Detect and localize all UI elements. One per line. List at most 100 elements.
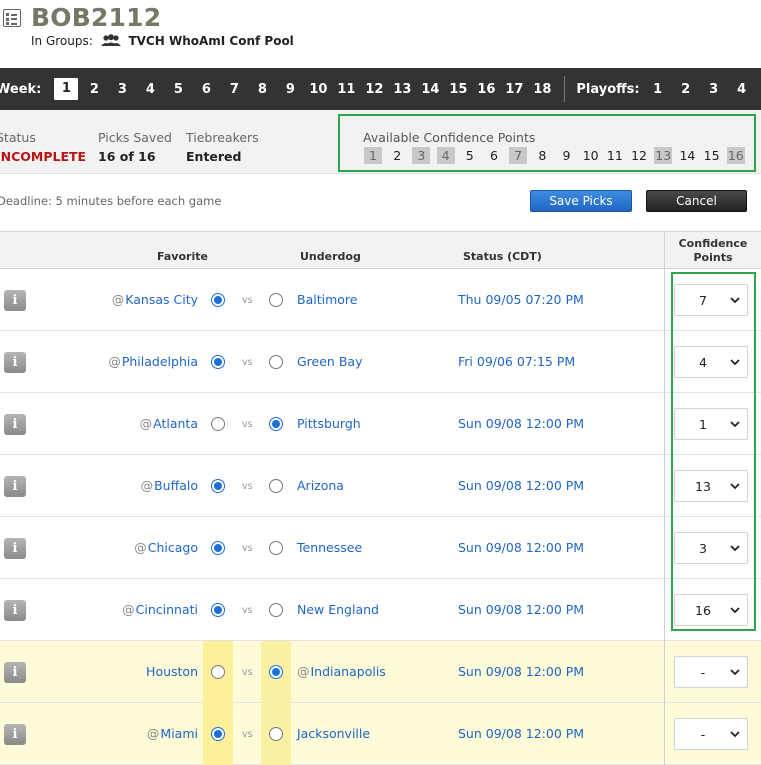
favorite-team-name[interactable]: Atlanta — [153, 416, 198, 431]
week-1-link[interactable]: 1 — [54, 78, 79, 100]
week-13-link[interactable]: 13 — [388, 82, 416, 97]
underdog-team-name[interactable]: New England — [297, 602, 379, 617]
week-3-link[interactable]: 3 — [108, 82, 136, 97]
underdog-team-name[interactable]: Pittsburgh — [297, 416, 361, 431]
week-4-link[interactable]: 4 — [136, 82, 164, 97]
game-info-icon[interactable]: i — [4, 538, 26, 559]
playoff-2-link[interactable]: 2 — [672, 82, 700, 97]
confidence-select[interactable]: - — [674, 718, 748, 750]
save-picks-button[interactable]: Save Picks — [530, 190, 632, 212]
underdog-team[interactable]: Pittsburgh — [297, 416, 361, 431]
game-info-icon[interactable]: i — [4, 724, 26, 745]
favorite-radio[interactable] — [211, 665, 225, 679]
favorite-team[interactable]: @Kansas City — [112, 292, 198, 307]
favorite-radio[interactable] — [211, 541, 225, 555]
confidence-select[interactable]: 7 — [674, 284, 748, 316]
favorite-team[interactable]: @Chicago — [134, 540, 198, 555]
available-confidence-points: Available Confidence Points 1 2 3 4 5 6 7 8 9 10 1… — [338, 114, 756, 172]
week-12-link[interactable]: 12 — [360, 82, 388, 97]
playoff-3-link[interactable]: 3 — [700, 82, 728, 97]
underdog-team[interactable]: Baltimore — [297, 292, 357, 307]
confidence-select[interactable]: 1 — [674, 408, 748, 440]
underdog-team[interactable]: Green Bay — [297, 354, 362, 369]
group-name-link[interactable]: TVCH WhoAmI Conf Pool — [128, 34, 293, 48]
favorite-team-name[interactable]: Houston — [146, 664, 198, 679]
favorite-team-name[interactable]: Philadelphia — [122, 354, 198, 369]
favorite-team-name[interactable]: Miami — [160, 726, 198, 741]
underdog-team-name[interactable]: Jacksonville — [297, 726, 370, 741]
confidence-select[interactable]: 4 — [674, 346, 748, 378]
underdog-radio[interactable] — [269, 479, 283, 493]
underdog-team-name[interactable]: Tennessee — [297, 540, 362, 555]
confidence-select[interactable]: 3 — [674, 532, 748, 564]
underdog-radio[interactable] — [269, 541, 283, 555]
confidence-select[interactable]: 13 — [674, 470, 748, 502]
underdog-radio[interactable] — [269, 355, 283, 369]
underdog-team-name[interactable]: Indianapolis — [311, 664, 386, 679]
underdog-radio[interactable] — [269, 727, 283, 741]
favorite-team-name[interactable]: Buffalo — [154, 478, 198, 493]
underdog-team-name[interactable]: Baltimore — [297, 292, 357, 307]
favorite-team-name[interactable]: Kansas City — [125, 292, 198, 307]
confidence-select[interactable]: - — [674, 656, 748, 688]
week-6-link[interactable]: 6 — [192, 82, 220, 97]
week-2-link[interactable]: 2 — [80, 82, 108, 97]
game-time[interactable]: Sun 09/08 12:00 PM — [458, 602, 584, 617]
favorite-team[interactable]: @Cincinnati — [122, 602, 198, 617]
game-info-icon[interactable]: i — [4, 662, 26, 683]
favorite-radio[interactable] — [211, 417, 225, 431]
game-info-icon[interactable]: i — [4, 352, 26, 373]
favorite-radio[interactable] — [211, 355, 225, 369]
favorite-team[interactable]: @Philadelphia — [108, 354, 198, 369]
game-time[interactable]: Sun 09/08 12:00 PM — [458, 664, 584, 679]
underdog-team-name[interactable]: Arizona — [297, 478, 344, 493]
week-5-link[interactable]: 5 — [164, 82, 192, 97]
confidence-select[interactable]: 16 — [674, 594, 748, 626]
game-info-icon[interactable]: i — [4, 414, 26, 435]
week-11-link[interactable]: 11 — [332, 82, 360, 97]
cancel-button[interactable]: Cancel — [646, 190, 747, 212]
underdog-team[interactable]: Jacksonville — [297, 726, 370, 741]
underdog-radio[interactable] — [269, 665, 283, 679]
game-time[interactable]: Sun 09/08 12:00 PM — [458, 726, 584, 741]
favorite-radio[interactable] — [211, 479, 225, 493]
game-info-icon[interactable]: i — [4, 476, 26, 497]
game-info-icon[interactable]: i — [4, 600, 26, 621]
game-time[interactable]: Sun 09/08 12:00 PM — [458, 416, 584, 431]
favorite-radio[interactable] — [211, 293, 225, 307]
game-time[interactable]: Fri 09/06 07:15 PM — [458, 354, 575, 369]
favorite-team[interactable]: @Miami — [147, 726, 198, 741]
favorite-team[interactable]: @Buffalo — [141, 478, 198, 493]
game-time[interactable]: Sun 09/08 12:00 PM — [458, 478, 584, 493]
underdog-team-name[interactable]: Green Bay — [297, 354, 362, 369]
week-7-link[interactable]: 7 — [220, 82, 248, 97]
home-at-symbol: @ — [122, 602, 135, 617]
underdog-radio[interactable] — [269, 293, 283, 307]
underdog-radio[interactable] — [269, 417, 283, 431]
game-info-icon[interactable]: i — [4, 290, 26, 311]
underdog-team[interactable]: @Indianapolis — [297, 664, 386, 679]
underdog-team[interactable]: Arizona — [297, 478, 344, 493]
confidence-cell: 16 — [664, 579, 761, 641]
favorite-team[interactable]: Houston — [146, 664, 198, 679]
favorite-team[interactable]: @Atlanta — [140, 416, 198, 431]
week-9-link[interactable]: 9 — [276, 82, 304, 97]
week-18-link[interactable]: 18 — [528, 82, 556, 97]
game-time[interactable]: Sun 09/08 12:00 PM — [458, 540, 584, 555]
favorite-team-name[interactable]: Chicago — [148, 540, 198, 555]
week-14-link[interactable]: 14 — [416, 82, 444, 97]
underdog-team[interactable]: New England — [297, 602, 379, 617]
week-15-link[interactable]: 15 — [444, 82, 472, 97]
week-8-link[interactable]: 8 — [248, 82, 276, 97]
favorite-radio[interactable] — [211, 727, 225, 741]
favorite-radio[interactable] — [211, 603, 225, 617]
underdog-radio[interactable] — [269, 603, 283, 617]
playoff-4-link[interactable]: 4 — [728, 82, 756, 97]
week-17-link[interactable]: 17 — [500, 82, 528, 97]
game-time[interactable]: Thu 09/05 07:20 PM — [458, 292, 584, 307]
playoff-1-link[interactable]: 1 — [644, 82, 672, 97]
favorite-team-name[interactable]: Cincinnati — [136, 602, 198, 617]
week-16-link[interactable]: 16 — [472, 82, 500, 97]
week-10-link[interactable]: 10 — [304, 82, 332, 97]
underdog-team[interactable]: Tennessee — [297, 540, 362, 555]
